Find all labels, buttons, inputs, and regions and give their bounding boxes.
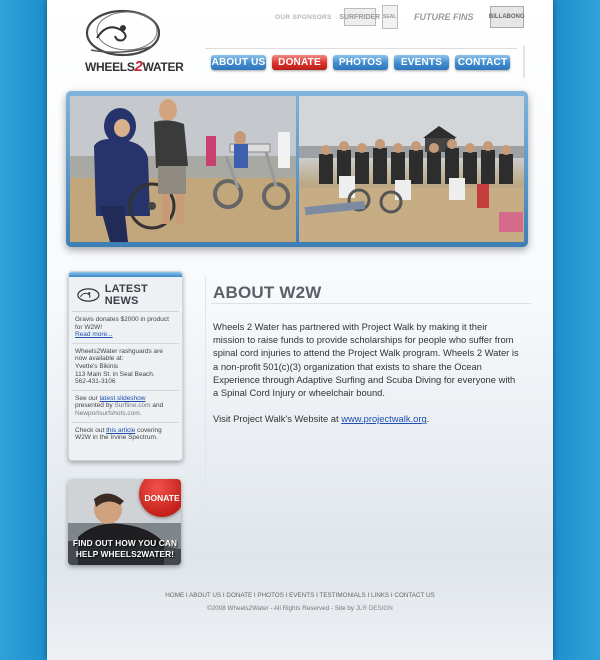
footer-link-about-us[interactable]: ABOUT US xyxy=(189,592,221,599)
logo-text-water: WATER xyxy=(142,60,184,74)
designer-link[interactable]: JLR DESIGN xyxy=(356,605,393,612)
photo-illustration xyxy=(299,96,524,242)
footer-link-testimonials[interactable]: TESTIMONIALS xyxy=(320,592,366,599)
news-item-text: and xyxy=(152,402,164,410)
footer-link-contact-us[interactable]: CONTACT US xyxy=(394,592,434,599)
visit-text: Visit Project Walk's Website at xyxy=(213,413,339,425)
news-panel-header: LATEST NEWS xyxy=(72,277,179,312)
sponsors-label: OUR SPONSORS xyxy=(275,13,332,21)
logo-wordmark: WHEELS2WATER xyxy=(85,58,184,75)
nav-about-us[interactable]: ABOUT US xyxy=(211,55,266,70)
main-content: Wheels 2 Water has partnered with Projec… xyxy=(213,320,521,438)
donate-card-caption: FIND OUT HOW YOU CAN HELP WHEELS2WATER! xyxy=(72,538,178,559)
footer-separator: I xyxy=(285,592,288,599)
footer-link-events[interactable]: EVENTS xyxy=(289,592,314,599)
nav-contact[interactable]: CONTACT xyxy=(455,55,510,70)
projectwalk-link[interactable]: www.projectwalk.org xyxy=(341,413,426,424)
footer-separator: I xyxy=(367,592,370,599)
news-item: Gravis donates $2000 in product for W2W!… xyxy=(72,312,179,344)
nav-donate[interactable]: DONATE xyxy=(272,55,327,70)
sponsor-name: FUTURE FINS xyxy=(413,12,474,22)
sponsor-logo-seal[interactable]: SEAL xyxy=(381,5,398,29)
title-underline xyxy=(211,303,531,304)
article-link[interactable]: this article xyxy=(106,427,135,434)
footer-copyright: ©2008 Wheels2Water - All Rights Reserved… xyxy=(47,605,553,612)
news-item-text: 113 Main St. in Seal Beach. xyxy=(75,370,155,378)
sponsor-logo-surfrider[interactable]: SURFRIDER xyxy=(339,8,380,26)
sponsors-bar: OUR SPONSORS SURFRIDER SEAL FUTURE FINS … xyxy=(275,4,525,30)
page-title: ABOUT W2W xyxy=(213,283,322,302)
main-nav: ABOUT US DONATE PHOTOS EVENTS CONTACT xyxy=(211,55,510,70)
hero-banner xyxy=(66,91,528,247)
visit-text-end: . xyxy=(426,413,430,425)
news-item-text: Surfline.com xyxy=(114,402,151,410)
footer-separator: I xyxy=(253,592,256,599)
copyright-text: ©2008 Wheels2Water - All Rights Reserved… xyxy=(207,605,354,612)
footer-link-links[interactable]: LINKS xyxy=(371,592,389,599)
photo-illustration xyxy=(70,96,296,242)
news-item-text: See our xyxy=(75,394,98,402)
nav-edge-divider xyxy=(523,46,525,78)
sponsor-logo-future-fins[interactable]: FUTURE FINS xyxy=(404,9,484,25)
news-panel-title: LATEST NEWS xyxy=(104,283,148,307)
nav-photos[interactable]: PHOTOS xyxy=(333,55,388,70)
footer-separator: I xyxy=(390,592,393,599)
sponsor-name: BILLABONG xyxy=(488,14,525,20)
logo-text-wheels: WHEELS xyxy=(85,60,135,74)
footer-link-photos[interactable]: PHOTOS xyxy=(257,592,283,599)
footer-separator: I xyxy=(316,592,318,599)
news-read-more-link[interactable]: Read more... xyxy=(75,331,113,338)
footer-link-donate[interactable]: DONATE xyxy=(226,592,252,599)
visit-paragraph: Visit Project Walk's Website at www.proj… xyxy=(213,412,521,425)
nav-events[interactable]: EVENTS xyxy=(394,55,449,70)
content-divider xyxy=(205,276,206,566)
news-item-text: Gravis donates $2000 in product for W2W! xyxy=(75,316,169,331)
about-paragraph: Wheels 2 Water has partnered with Projec… xyxy=(213,321,519,399)
news-item-text: Wheels2Water rashguards are now availabl… xyxy=(75,347,163,363)
news-item-text: Yvette's Bikinis xyxy=(75,362,119,370)
hero-photo-wheelchair-beach xyxy=(70,96,296,242)
page-container: WHEELS2WATER OUR SPONSORS SURFRIDER SEAL… xyxy=(47,0,553,660)
sponsor-logo-billabong[interactable]: BILLABONG xyxy=(488,6,525,28)
footer-separator: I xyxy=(222,592,225,599)
donate-promo-card[interactable]: DONATE FIND OUT HOW YOU CAN HELP WHEELS2… xyxy=(68,479,181,565)
logo-text-2: 2 xyxy=(134,58,143,75)
footer-link-home[interactable]: HOME xyxy=(165,592,184,599)
news-item: See our latest slideshow presented by Su… xyxy=(72,391,179,423)
footer-nav: HOME I ABOUT US I DONATE I PHOTOS I EVEN… xyxy=(47,592,553,599)
news-item-text: 562-431-3106 xyxy=(75,378,116,386)
news-item-text: Check out xyxy=(75,426,105,434)
news-item: Check out this article covering W2W in t… xyxy=(72,423,179,446)
news-item: Wheels2Water rashguards are now availabl… xyxy=(72,344,179,391)
hero-photo-group-beach xyxy=(299,96,524,242)
slideshow-link[interactable]: latest slideshow xyxy=(100,395,146,402)
footer-separator: I xyxy=(185,592,188,599)
wheels2water-logo-icon xyxy=(77,288,100,302)
latest-news-panel: LATEST NEWS Gravis donates $2000 in prod… xyxy=(68,271,183,461)
site-logo[interactable]: WHEELS2WATER xyxy=(83,6,184,84)
wave-wheel-icon xyxy=(85,9,161,57)
sponsor-name: SEAL xyxy=(383,14,397,20)
sponsor-name: SURFRIDER xyxy=(339,13,381,21)
news-item-text: presented by xyxy=(75,402,113,410)
header-divider xyxy=(205,48,517,49)
news-item-text: Newportsurfshots.com. xyxy=(75,409,142,417)
